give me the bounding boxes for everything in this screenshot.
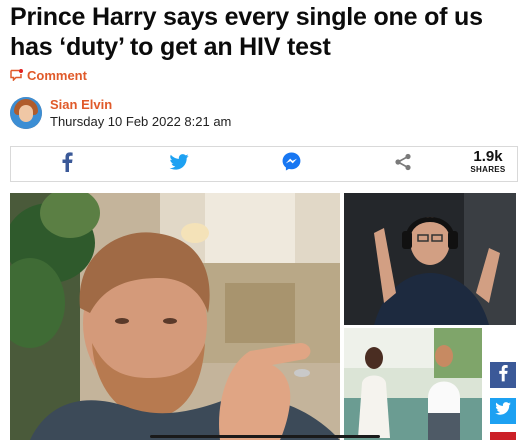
share-icon	[394, 153, 412, 176]
side-share-facebook-button[interactable]	[490, 362, 516, 388]
author-avatar	[10, 97, 42, 129]
scroll-indicator	[150, 435, 380, 438]
article-photo-top-right[interactable]	[344, 193, 516, 325]
facebook-icon	[61, 151, 73, 177]
side-share-pinterest-button[interactable]	[490, 432, 516, 440]
share-twitter-button[interactable]	[123, 147, 235, 181]
article-main-photo[interactable]	[10, 193, 340, 440]
twitter-icon	[495, 402, 511, 420]
share-count-label: SHARES	[470, 165, 506, 174]
comment-link[interactable]: Comment	[10, 66, 87, 84]
facebook-icon	[498, 364, 508, 387]
article-photo-bottom-right[interactable]	[344, 328, 482, 440]
messenger-icon	[282, 152, 301, 176]
share-count: 1.9k SHARES	[463, 149, 513, 179]
twitter-icon	[169, 153, 189, 175]
author-name[interactable]: Sian Elvin	[50, 97, 231, 113]
share-count-number: 1.9k	[473, 148, 503, 165]
article-headline: Prince Harry says every single one of us…	[10, 3, 483, 61]
byline: Sian Elvin Thursday 10 Feb 2022 8:21 am	[10, 96, 231, 130]
share-bar: 1.9k SHARES	[10, 146, 518, 182]
share-native-button[interactable]	[347, 147, 459, 181]
side-share-twitter-button[interactable]	[490, 398, 516, 424]
comment-label: Comment	[27, 67, 87, 83]
share-messenger-button[interactable]	[235, 147, 347, 181]
share-facebook-button[interactable]	[11, 147, 123, 181]
comment-icon	[10, 69, 23, 81]
publish-timestamp: Thursday 10 Feb 2022 8:21 am	[50, 113, 232, 129]
